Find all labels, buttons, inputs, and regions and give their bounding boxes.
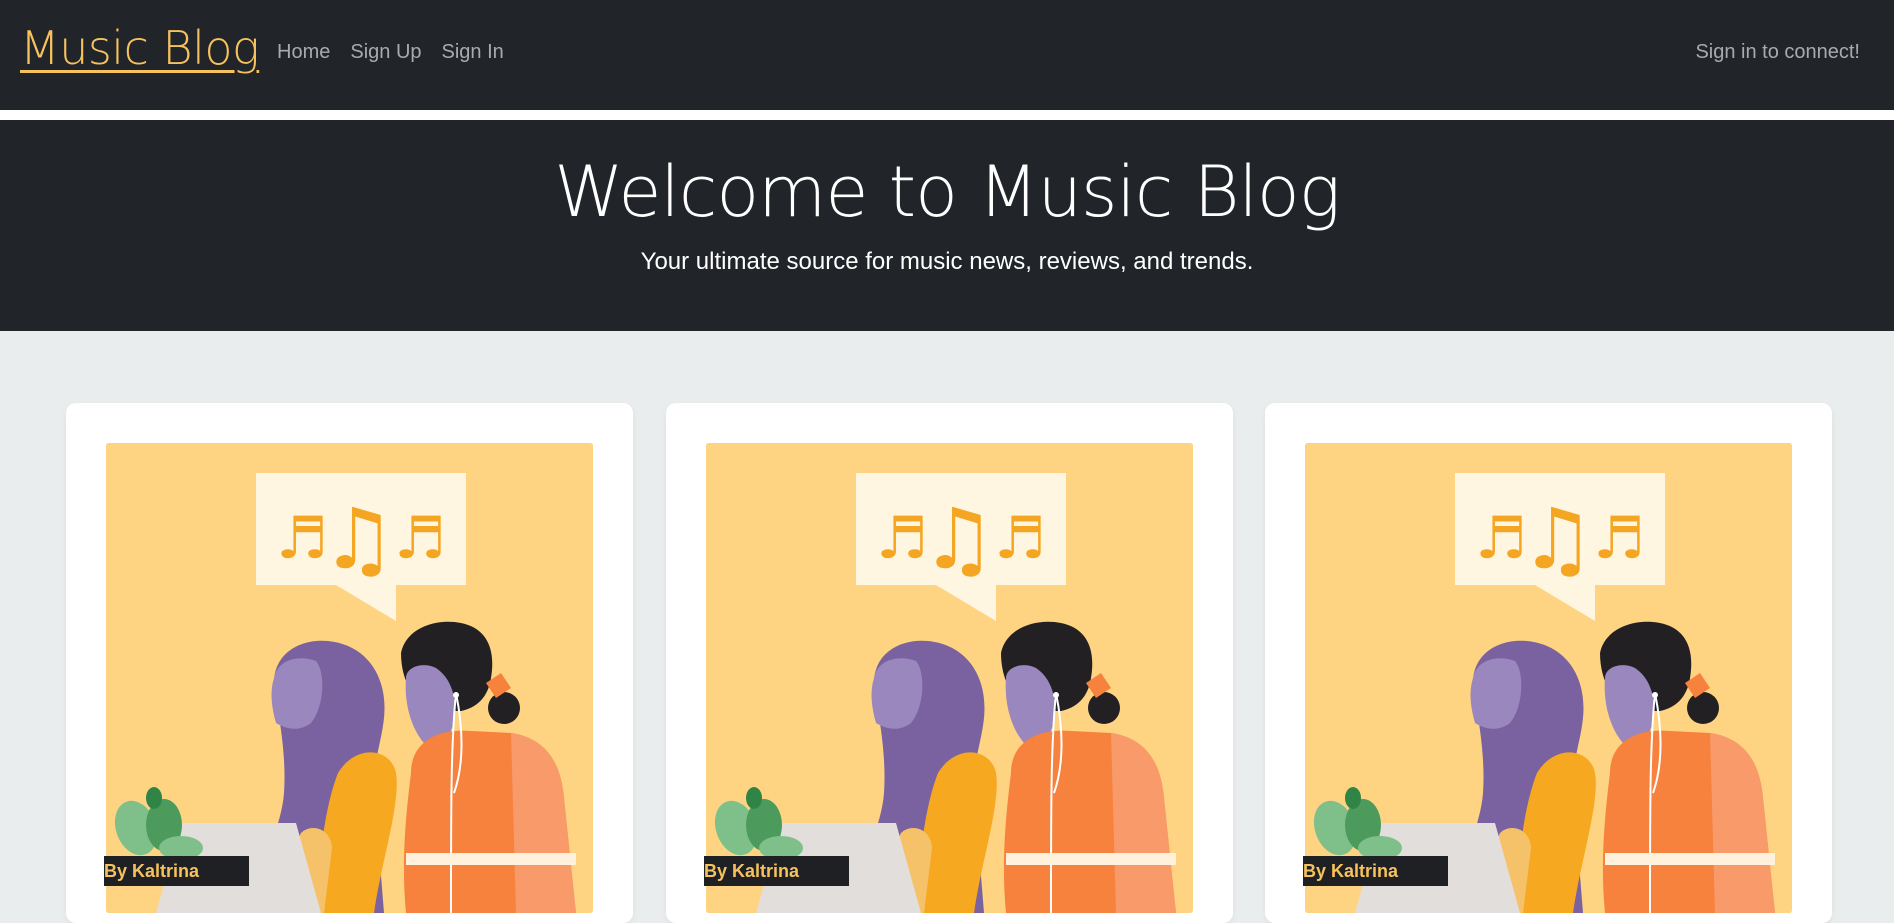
nav-links: Home Sign Up Sign In: [277, 41, 504, 64]
post-image-music-illustration-icon: ♬ ♫ ♬: [1305, 443, 1792, 913]
hero-banner: Welcome to Music Blog Your ultimate sour…: [0, 120, 1894, 331]
svg-text:♬: ♬: [994, 504, 1046, 572]
author-badge: By Kaltrina: [704, 856, 849, 886]
blog-post-card[interactable]: ♬ ♫ ♬ By Kaltrina: [66, 403, 633, 923]
post-image-music-illustration-icon: ♬ ♫ ♬: [706, 443, 1193, 913]
svg-text:♫: ♫: [1520, 490, 1595, 588]
post-image-music-illustration-icon: ♬ ♫ ♬: [106, 443, 593, 913]
hero-subtitle: Your ultimate source for music news, rev…: [640, 248, 1254, 275]
brand-logo-link[interactable]: Music Blog: [20, 21, 260, 75]
nav-home-link[interactable]: Home: [277, 41, 330, 64]
author-badge: By Kaltrina: [104, 856, 249, 886]
nav-signin-link[interactable]: Sign In: [442, 41, 504, 64]
connect-prompt: Sign in to connect!: [1695, 41, 1860, 63]
header-divider: [0, 110, 1894, 120]
author-badge: By Kaltrina: [1303, 856, 1448, 886]
blog-post-card[interactable]: ♬ ♫ ♬ By Kaltrina: [1265, 403, 1832, 923]
navbar: Music Blog Home Sign Up Sign In Sign in …: [0, 0, 1894, 110]
svg-text:♬: ♬: [1593, 504, 1645, 572]
nav-signup-link[interactable]: Sign Up: [350, 41, 421, 64]
hero-title: Welcome to Music Blog: [554, 151, 1341, 233]
svg-text:♬: ♬: [394, 504, 446, 572]
svg-text:♫: ♫: [921, 490, 996, 588]
svg-text:♫: ♫: [321, 490, 396, 588]
blog-post-card[interactable]: ♬ ♫ ♬ By Kaltrina: [666, 403, 1233, 923]
